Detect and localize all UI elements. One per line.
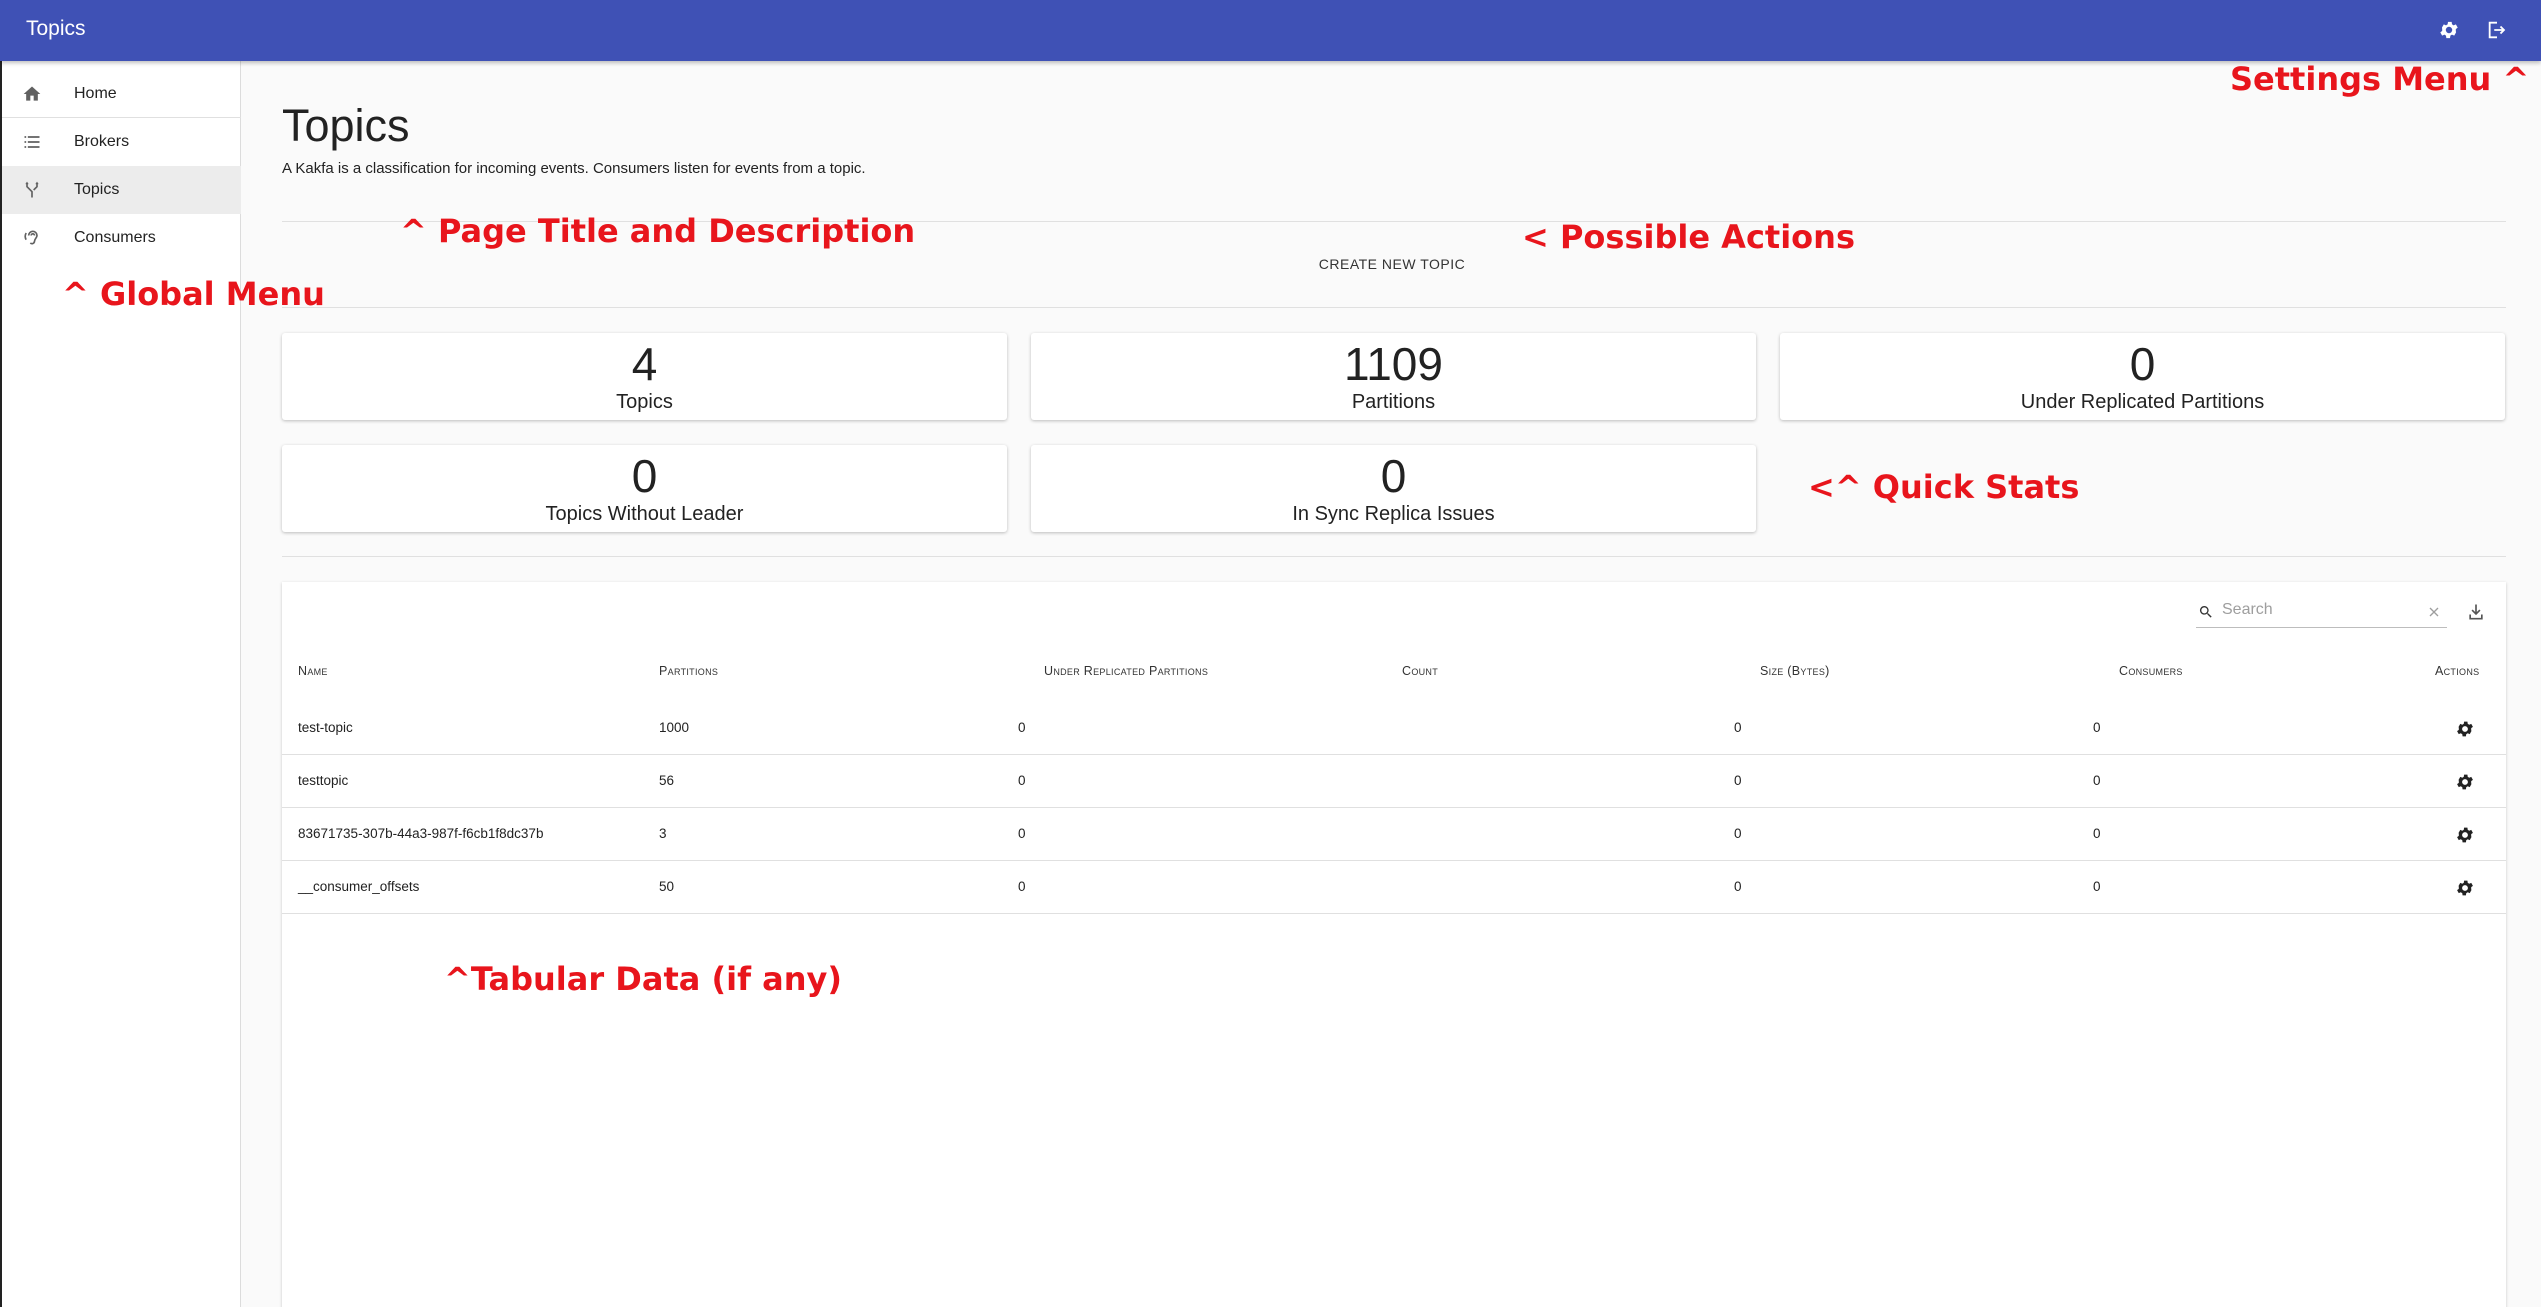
search-box: [2196, 596, 2447, 628]
settings-button[interactable]: [2433, 14, 2465, 46]
col-header-actions: Actions: [2435, 664, 2480, 678]
annotation-actions: < Possible Actions: [1522, 218, 1855, 256]
row-settings-button[interactable]: [2452, 769, 2478, 795]
cell-partitions: 50: [659, 879, 675, 894]
col-header-consumers[interactable]: Consumers: [2119, 664, 2183, 678]
sidebar-item-label: Consumers: [74, 229, 156, 246]
annotation-page-title: ^ Page Title and Description: [400, 212, 916, 250]
divider: [282, 307, 2506, 308]
cell-under-replicated: 0: [1018, 773, 1026, 788]
search-icon: [2199, 606, 2212, 618]
cell-size: 0: [1734, 773, 1742, 788]
stat-card-under-replicated: 0 Under Replicated Partitions: [1780, 333, 2505, 420]
stat-card-topics: 4 Topics: [282, 333, 1007, 420]
gear-icon: [2457, 827, 2473, 843]
gear-icon: [2457, 721, 2473, 737]
gear-icon: [2457, 880, 2473, 896]
stat-label: In Sync Replica Issues: [1292, 503, 1495, 525]
col-header-size[interactable]: Size (Bytes): [1760, 664, 1830, 678]
clear-icon[interactable]: [2426, 604, 2442, 620]
cell-size: 0: [1734, 826, 1742, 841]
stat-value: 0: [2129, 338, 2156, 390]
annotation-settings-menu: Settings Menu ^: [2230, 60, 2530, 98]
stat-value: 0: [631, 450, 658, 502]
sidebar-item-label: Home: [74, 85, 117, 102]
cell-under-replicated: 0: [1018, 826, 1026, 841]
exit-icon: [2488, 21, 2506, 39]
page-description: A Kakfa is a classification for incoming…: [282, 160, 866, 177]
page-title: Topics: [282, 100, 410, 151]
row-settings-button[interactable]: [2452, 875, 2478, 901]
download-icon: [2469, 604, 2483, 620]
annotation-quick-stats: <^ Quick Stats: [1808, 468, 2080, 506]
cell-consumers: 0: [2093, 773, 2101, 788]
stat-label: Topics Without Leader: [545, 503, 744, 525]
stat-label: Partitions: [1351, 391, 1436, 413]
row-settings-button[interactable]: [2452, 716, 2478, 742]
search-input[interactable]: [2222, 601, 2402, 619]
row-settings-button[interactable]: [2452, 822, 2478, 848]
ear-icon: [20, 226, 44, 250]
app-bar: Topics: [0, 0, 2541, 61]
table-row[interactable]: __consumer_offsets 50 0 0 0: [282, 861, 2506, 914]
create-topic-button[interactable]: CREATE NEW TOPIC: [1312, 250, 1472, 278]
gear-icon: [2440, 21, 2458, 39]
cell-under-replicated: 0: [1018, 879, 1026, 894]
stat-value: 4: [631, 338, 658, 390]
stat-card-partitions: 1109 Partitions: [1031, 333, 1756, 420]
table-row[interactable]: 83671735-307b-44a3-987f-f6cb1f8dc37b 3 0…: [282, 808, 2506, 861]
sidebar-item-brokers[interactable]: Brokers: [2, 118, 241, 166]
topics-table: Name Partitions Under Replicated Partiti…: [282, 582, 2506, 1307]
cell-name: __consumer_offsets: [298, 879, 420, 894]
cell-name: test-topic: [298, 720, 353, 735]
cell-size: 0: [1734, 720, 1742, 735]
stat-card-without-leader: 0 Topics Without Leader: [282, 445, 1007, 532]
list-icon: [20, 130, 44, 154]
sidebar-item-label: Brokers: [74, 133, 130, 150]
cell-consumers: 0: [2093, 720, 2101, 735]
fork-icon: [20, 178, 44, 202]
col-header-count[interactable]: Count: [1402, 664, 1438, 678]
sidebar-item-home[interactable]: Home: [2, 70, 241, 118]
gear-icon: [2457, 774, 2473, 790]
stat-value: 1109: [1344, 338, 1443, 390]
cell-partitions: 1000: [659, 720, 690, 735]
stat-card-isr-issues: 0 In Sync Replica Issues: [1031, 445, 1756, 532]
download-button[interactable]: [2462, 598, 2490, 626]
table-row[interactable]: testtopic 56 0 0 0: [282, 755, 2506, 808]
col-header-name[interactable]: Name: [298, 664, 328, 678]
annotation-global-menu: ^ Global Menu: [62, 275, 325, 313]
stat-value: 0: [1380, 450, 1407, 502]
cell-name: 83671735-307b-44a3-987f-f6cb1f8dc37b: [298, 826, 544, 841]
signout-button[interactable]: [2481, 14, 2513, 46]
table-row[interactable]: test-topic 1000 0 0 0: [282, 702, 2506, 755]
cell-consumers: 0: [2093, 826, 2101, 841]
home-icon: [20, 82, 44, 106]
col-header-partitions[interactable]: Partitions: [659, 664, 718, 678]
sidebar-item-label: Topics: [74, 181, 120, 198]
cell-consumers: 0: [2093, 879, 2101, 894]
cell-under-replicated: 0: [1018, 720, 1026, 735]
global-menu: Home Brokers Topics Consumers: [0, 61, 241, 1307]
col-header-under-replicated[interactable]: Under Replicated Partitions: [1044, 664, 1208, 678]
sidebar-item-consumers[interactable]: Consumers: [2, 214, 241, 262]
cell-partitions: 3: [659, 826, 667, 841]
sidebar-item-topics[interactable]: Topics: [2, 166, 241, 214]
annotation-tabular-data: ^Tabular Data (if any): [444, 960, 842, 998]
app-title: Topics: [26, 17, 86, 40]
cell-size: 0: [1734, 879, 1742, 894]
cell-name: testtopic: [298, 773, 349, 788]
stat-label: Under Replicated Partitions: [2020, 391, 2265, 413]
stat-label: Topics: [616, 391, 673, 413]
cell-partitions: 56: [659, 773, 675, 788]
divider: [282, 556, 2506, 557]
